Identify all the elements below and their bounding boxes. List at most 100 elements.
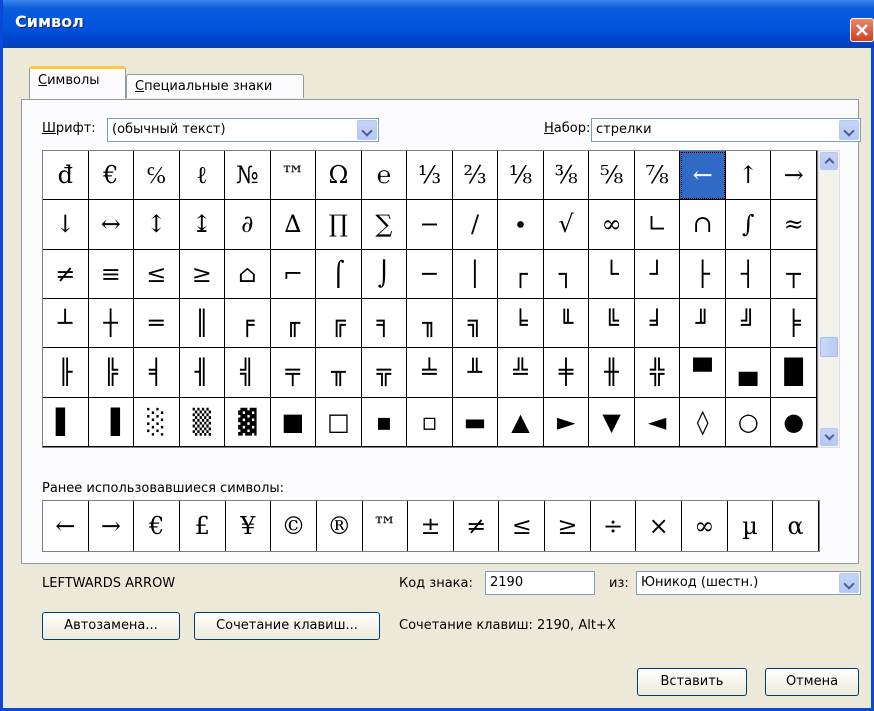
symbol-cell[interactable]: ⌐ bbox=[270, 249, 317, 299]
title-bar[interactable]: Символ bbox=[3, 0, 874, 48]
symbol-cell[interactable]: ≤ bbox=[134, 249, 180, 299]
symbol-cell[interactable]: ┌ bbox=[498, 249, 544, 299]
symbol-cell[interactable]: ○ bbox=[725, 397, 772, 447]
symbol-cell[interactable]: ∫ bbox=[725, 200, 772, 250]
symbol-cell[interactable]: ▬ bbox=[452, 397, 499, 447]
symbol-cell[interactable]: ⅓ bbox=[407, 151, 453, 201]
recent-symbol-cell[interactable]: ± bbox=[408, 501, 454, 551]
symbol-cell[interactable]: ├ bbox=[680, 249, 726, 299]
symbol-cell[interactable]: ↔ bbox=[88, 200, 135, 250]
shortcut-key-button[interactable]: Сочетание клавиш... bbox=[194, 612, 380, 640]
symbol-cell[interactable]: ▀ bbox=[680, 348, 726, 398]
insert-button[interactable]: Вставить bbox=[637, 668, 747, 696]
symbol-cell[interactable]: ⅔ bbox=[452, 151, 499, 201]
symbol-cell[interactable]: ⌂ bbox=[225, 249, 271, 299]
symbol-cell[interactable]: ∞ bbox=[589, 200, 635, 250]
recent-symbol-cell[interactable]: → bbox=[89, 501, 135, 551]
recent-symbol-cell[interactable]: α bbox=[773, 501, 819, 551]
symbol-cell[interactable]: ■ bbox=[270, 397, 317, 447]
symbol-cell[interactable]: ▼ bbox=[589, 397, 635, 447]
chevron-down-icon[interactable] bbox=[839, 120, 859, 140]
recent-symbol-cell[interactable]: ∞ bbox=[682, 501, 728, 551]
symbol-cell[interactable]: ┬ bbox=[771, 249, 817, 299]
symbol-cell[interactable]: ◊ bbox=[680, 397, 726, 447]
symbol-cell[interactable]: ┴ bbox=[43, 299, 89, 349]
tab-symbols[interactable]: Символы bbox=[29, 66, 126, 99]
symbol-cell[interactable]: ╨ bbox=[452, 348, 499, 398]
font-select[interactable]: (обычный текст) bbox=[107, 118, 379, 142]
symbol-cell[interactable]: ╧ bbox=[407, 348, 453, 398]
recent-symbol-cell[interactable]: × bbox=[636, 501, 683, 551]
symbol-cell[interactable]: ≠ bbox=[43, 249, 89, 299]
symbol-cell[interactable]: □ bbox=[316, 397, 362, 447]
symbol-cell[interactable]: ░ bbox=[134, 397, 180, 447]
symbol-cell[interactable]: ▪ bbox=[361, 397, 408, 447]
symbol-cell[interactable]: ╔ bbox=[316, 299, 362, 349]
symbol-cell[interactable]: ▐ bbox=[88, 397, 135, 447]
symbol-cell[interactable]: ↕ bbox=[134, 200, 180, 250]
symbol-cell[interactable]: ™ bbox=[270, 151, 317, 201]
symbol-cell[interactable]: № bbox=[225, 151, 271, 201]
symbol-cell[interactable]: ║ bbox=[179, 299, 226, 349]
symbol-cell[interactable]: ╞ bbox=[771, 299, 817, 349]
symbol-cell[interactable]: ╬ bbox=[634, 348, 681, 398]
symbol-cell[interactable]: ┘ bbox=[634, 249, 681, 299]
autocorrect-button[interactable]: Автозамена... bbox=[42, 612, 180, 640]
symbol-grid[interactable]: đ € ℅ ℓ № ™ Ω ℮ ⅓ ⅔ ⅛ ⅜ ⅝ ⅞ ← ↑ → ↓ ↔ ↕ ↨ ∂ ∆ ∏ ∑ − ∕ ∙ √ ∞ ∟ ∩ ∫ ≈ ≠ ≡ ≤ ≥ ⌂ ⌐… bbox=[42, 150, 818, 448]
chevron-down-icon[interactable] bbox=[357, 120, 377, 140]
recent-symbol-cell[interactable]: µ bbox=[728, 501, 774, 551]
symbol-cell[interactable]: ⌡ bbox=[361, 249, 408, 299]
symbol-cell[interactable]: ↨ bbox=[179, 200, 226, 250]
symbol-cell[interactable]: █ bbox=[771, 348, 817, 398]
symbol-cell[interactable]: ╥ bbox=[316, 348, 362, 398]
cancel-button[interactable]: Отмена bbox=[765, 668, 859, 696]
symbol-cell[interactable]: ↓ bbox=[43, 200, 89, 250]
symbol-cell[interactable]: ┼ bbox=[88, 299, 135, 349]
symbol-cell[interactable]: ℮ bbox=[361, 151, 408, 201]
symbol-cell[interactable]: ╒ bbox=[225, 299, 271, 349]
symbol-cell[interactable]: ╦ bbox=[361, 348, 408, 398]
symbol-cell[interactable]: ⅛ bbox=[498, 151, 544, 201]
recent-symbol-cell[interactable]: ¥ bbox=[226, 501, 272, 551]
symbol-cell[interactable]: ∕ bbox=[452, 200, 499, 250]
symbol-cell[interactable]: ╘ bbox=[498, 299, 544, 349]
symbol-cell[interactable]: ∟ bbox=[634, 200, 681, 250]
subset-select[interactable]: стрелки bbox=[591, 118, 861, 142]
scroll-thumb[interactable] bbox=[820, 337, 838, 357]
symbol-cell[interactable]: ▲ bbox=[498, 397, 544, 447]
chevron-down-icon[interactable] bbox=[839, 573, 859, 593]
symbol-cell[interactable]: ╩ bbox=[498, 348, 544, 398]
symbol-cell[interactable]: ∩ bbox=[680, 200, 726, 250]
symbol-cell[interactable]: − bbox=[407, 200, 453, 250]
symbol-cell[interactable]: ∂ bbox=[225, 200, 271, 250]
symbol-cell[interactable]: │ bbox=[452, 249, 499, 299]
recent-symbol-cell[interactable]: ≠ bbox=[454, 501, 500, 551]
symbol-cell[interactable]: ∑ bbox=[361, 200, 408, 250]
symbol-cell[interactable]: ≡ bbox=[88, 249, 135, 299]
symbol-cell[interactable]: ╖ bbox=[407, 299, 453, 349]
symbol-cell[interactable]: ∆ bbox=[270, 200, 317, 250]
symbol-cell[interactable]: ℅ bbox=[134, 151, 180, 201]
scroll-up-icon[interactable] bbox=[820, 152, 838, 170]
symbol-cell[interactable]: đ bbox=[43, 151, 89, 201]
recent-symbols-grid[interactable]: ← → € £ ¥ © ® ™ ± ≠ ≤ ≥ ÷ × ∞ µ α bbox=[42, 500, 820, 552]
symbol-cell[interactable]: ◄ bbox=[634, 397, 681, 447]
symbol-cell[interactable]: ∙ bbox=[498, 200, 544, 250]
symbol-cell[interactable]: ╟ bbox=[43, 348, 89, 398]
symbol-cell[interactable]: ∏ bbox=[316, 200, 362, 250]
recent-symbol-cell[interactable]: ≤ bbox=[499, 501, 546, 551]
symbol-cell[interactable]: € bbox=[88, 151, 135, 201]
symbol-cell[interactable]: ⌠ bbox=[316, 249, 362, 299]
symbol-cell[interactable]: ⅜ bbox=[543, 151, 590, 201]
symbol-cell[interactable]: ↑ bbox=[725, 151, 772, 201]
symbol-cell[interactable]: ≥ bbox=[179, 249, 226, 299]
symbol-cell[interactable]: └ bbox=[589, 249, 635, 299]
recent-symbol-cell[interactable]: ÷ bbox=[591, 501, 637, 551]
tab-special-chars[interactable]: Специальные знаки bbox=[126, 74, 304, 98]
symbol-cell[interactable]: ╕ bbox=[361, 299, 408, 349]
symbol-cell[interactable]: ╫ bbox=[589, 348, 635, 398]
symbol-cell[interactable]: ▌ bbox=[43, 397, 89, 447]
symbol-cell[interactable]: ╠ bbox=[88, 348, 135, 398]
symbol-cell[interactable]: Ω bbox=[316, 151, 362, 201]
symbol-cell[interactable]: ╢ bbox=[179, 348, 226, 398]
